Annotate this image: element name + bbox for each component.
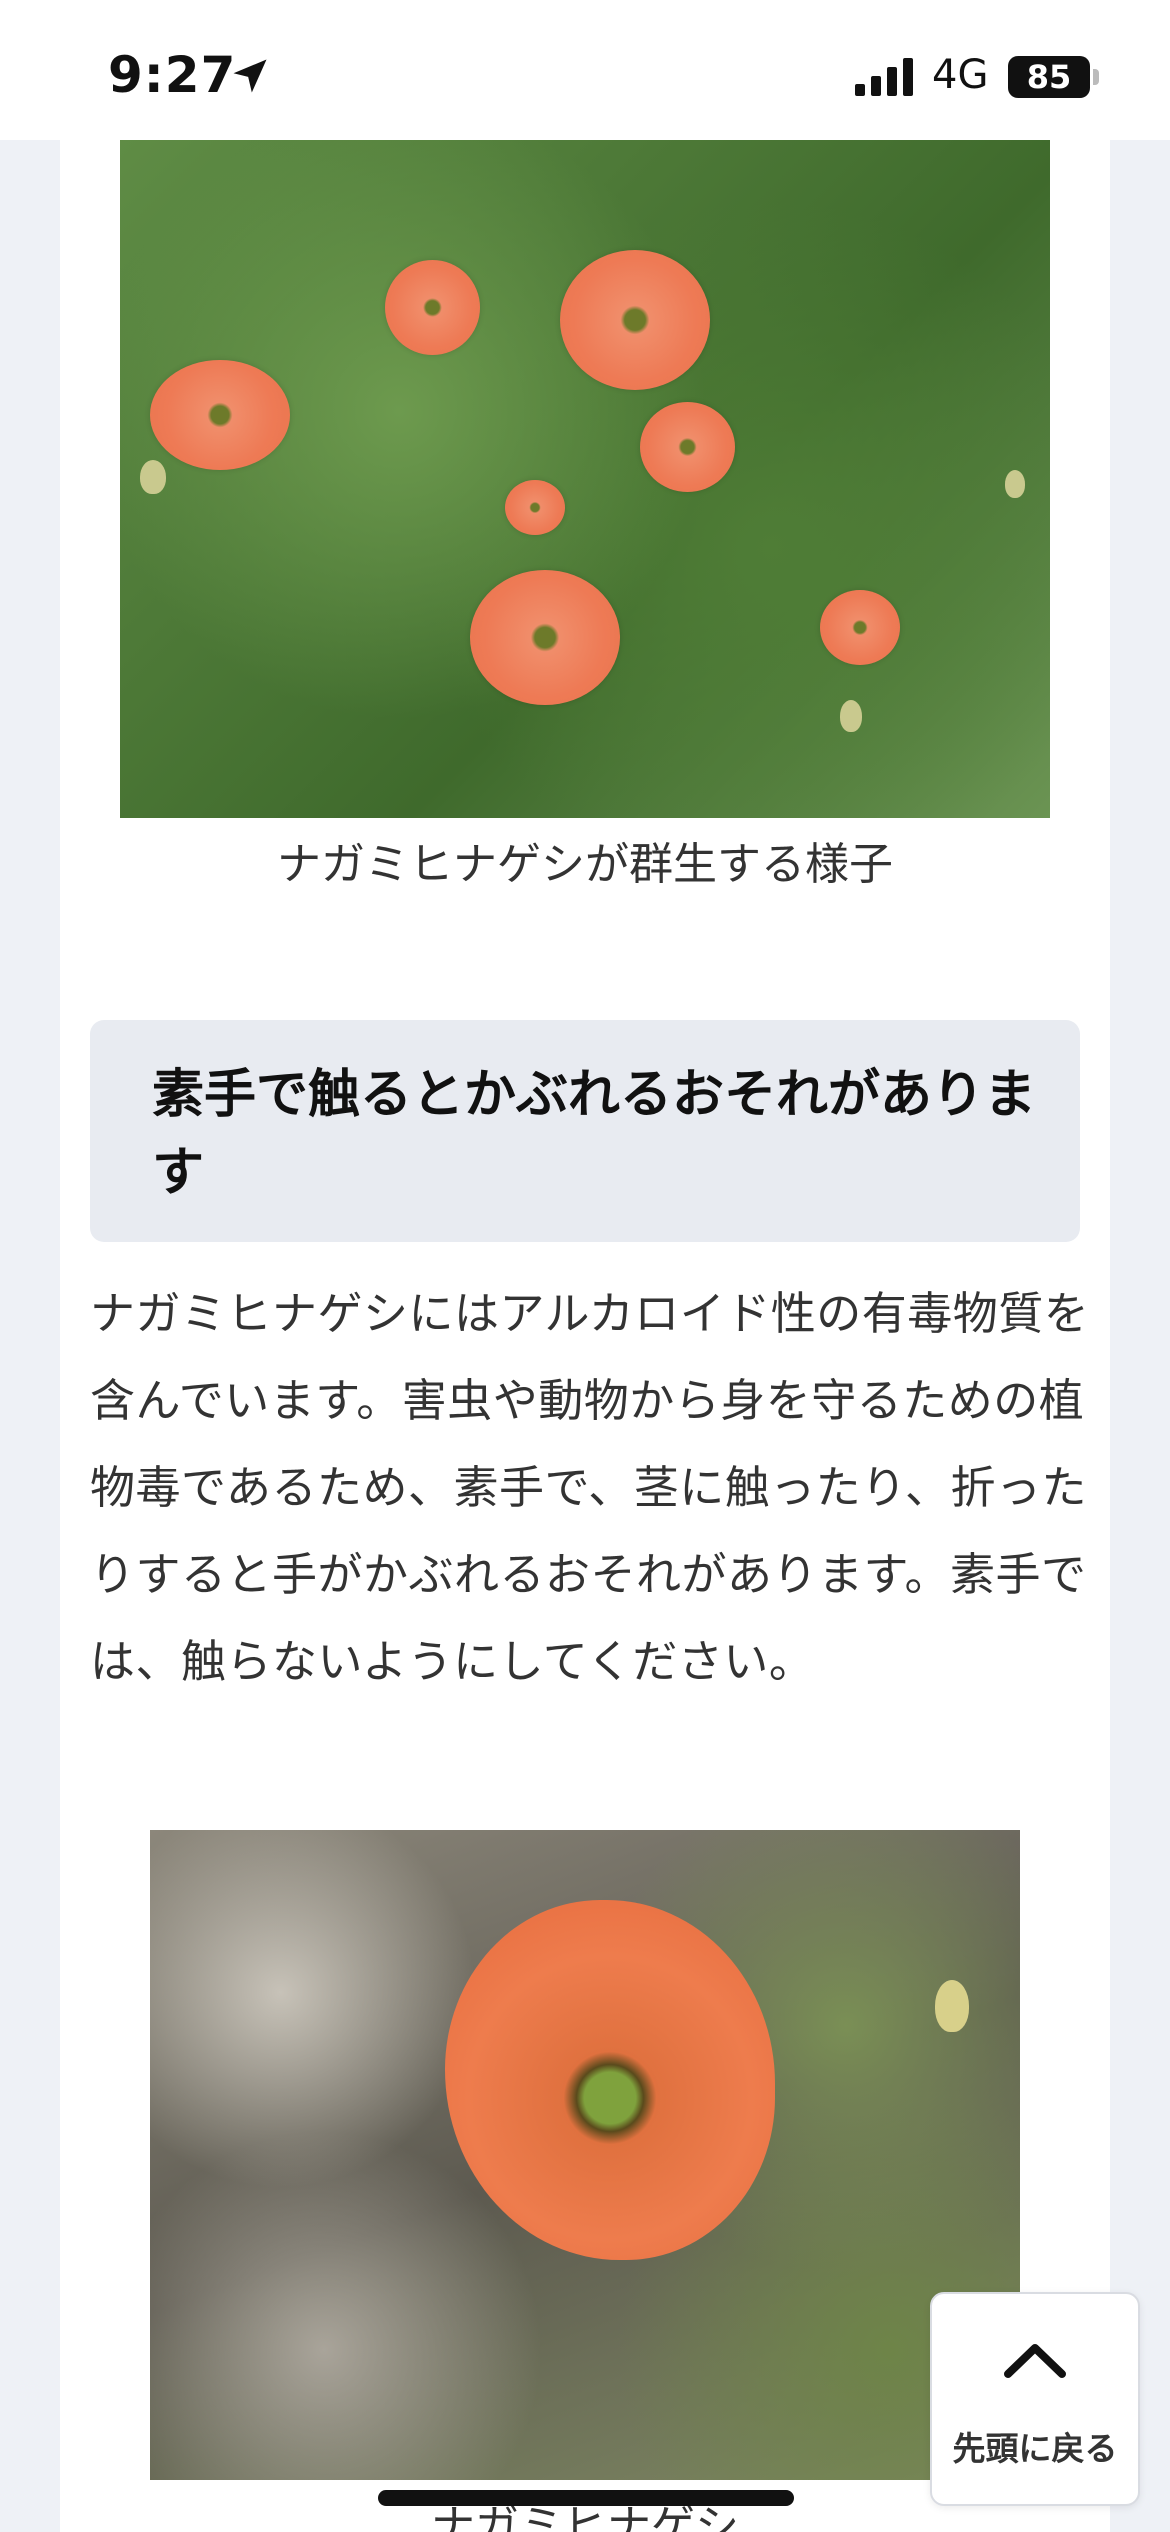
poppy-flower [505, 480, 565, 535]
poppy-flower [470, 570, 620, 705]
section-heading-text: 素手で触るとかぶれるおそれがあります [152, 1065, 1037, 1203]
poppy-bud [140, 460, 166, 494]
network-label: 4G [932, 52, 989, 98]
poppy-bud [840, 700, 862, 732]
battery-tip [1093, 69, 1099, 85]
home-indicator [378, 2490, 794, 2506]
status-time: 9:27 [108, 46, 237, 104]
body-paragraph: ナガミヒナゲシにはアルカロイド性の有毒物質を含んでいます。害虫や動物から身を守る… [90, 1287, 1090, 1688]
poppy-flower [560, 250, 710, 390]
poppy-field-photo [120, 140, 1050, 818]
chevron-up-icon [1004, 2344, 1066, 2378]
poppy-bud [935, 1980, 969, 2032]
back-to-top-label: 先頭に戻る [952, 2429, 1118, 2468]
poppy-flower [150, 360, 290, 470]
poppy-flower [445, 1900, 775, 2260]
battery-icon: 85 [1008, 56, 1090, 98]
poppy-bud [1005, 470, 1025, 498]
poppy-flower [820, 590, 900, 665]
screen: 9:27 4G 85 ナガミヒナゲシが群生する様子 素手で触るとかぶれるおそれが… [0, 0, 1170, 2532]
poppy-flower [640, 402, 735, 492]
article: ナガミヒナゲシが群生する様子 素手で触るとかぶれるおそれがあります ナガミヒナゲ… [60, 140, 1110, 2532]
back-to-top-button[interactable]: 先頭に戻る [930, 2292, 1140, 2506]
signal-icon [855, 58, 913, 96]
image-caption: ナガミヒナゲシが群生する様子 [277, 839, 893, 890]
poppy-closeup-photo [150, 1830, 1020, 2480]
status-bar: 9:27 4G 85 [0, 0, 1170, 140]
poppy-flower [385, 260, 480, 355]
section-heading: 素手で触るとかぶれるおそれがあります [90, 1020, 1080, 1242]
location-arrow-icon [233, 59, 267, 93]
